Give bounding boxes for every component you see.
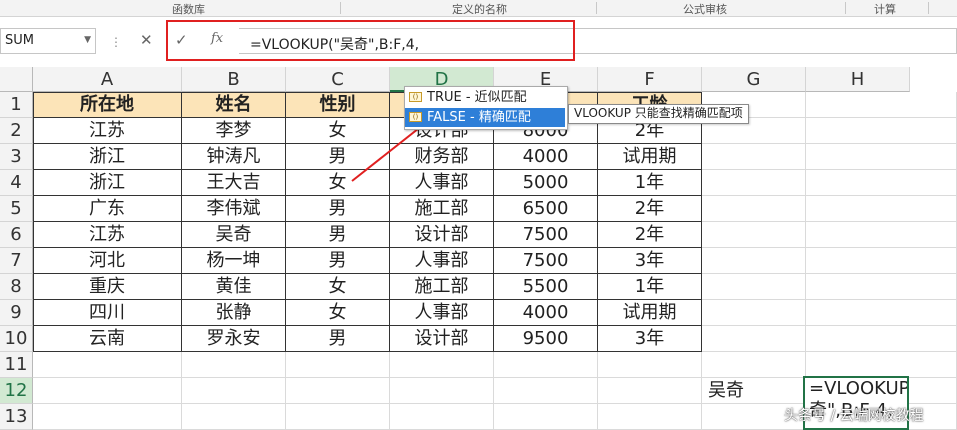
annotation-arrow bbox=[351, 115, 436, 182]
argument-icon: () bbox=[409, 92, 422, 102]
autocomplete-item-true[interactable]: () TRUE - 近似匹配 bbox=[405, 88, 565, 107]
autocomplete-item-false[interactable]: () FALSE - 精确匹配 bbox=[405, 108, 565, 127]
autocomplete-list: () TRUE - 近似匹配 () FALSE - 精确匹配 bbox=[404, 86, 568, 130]
autocomplete-tooltip: VLOOKUP 只能查找精确匹配项 bbox=[568, 104, 749, 124]
watermark: 头条号 / 云端网校教程 bbox=[784, 408, 924, 424]
argument-icon: () bbox=[409, 112, 422, 122]
autocomplete-item-label: FALSE - 精确匹配 bbox=[427, 110, 531, 125]
autocomplete-item-label: TRUE - 近似匹配 bbox=[427, 90, 527, 105]
